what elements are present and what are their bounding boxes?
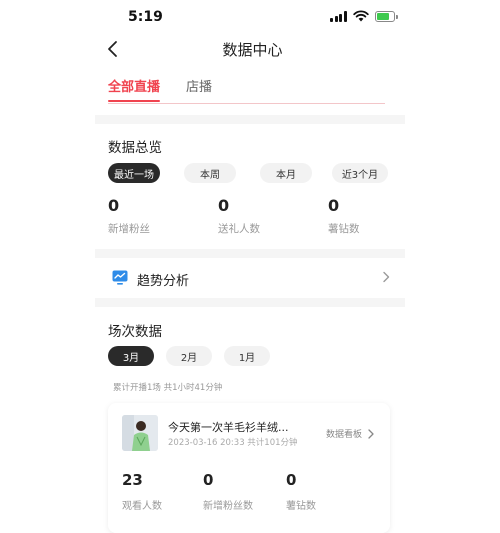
section-divider	[95, 298, 405, 307]
stat-value: 23	[122, 471, 143, 489]
page-title: 数据中心	[222, 41, 283, 59]
filter-this-month[interactable]: 本月	[260, 163, 312, 183]
overview-filter-group: 最近一场 本周 本月 近3个月	[108, 163, 388, 183]
month-february[interactable]: 2月	[166, 346, 212, 366]
live-session-title: 今天第一次羊毛衫羊绒...	[168, 421, 289, 434]
stat-value: 0	[203, 471, 214, 489]
stat-label: 新增粉丝	[108, 223, 150, 235]
month-filter-group: 3月 2月 1月	[108, 346, 270, 366]
cumulative-summary: 累计开播1场 共1小时41分钟	[113, 383, 223, 393]
stat-new-fans: 0 新增粉丝	[108, 196, 150, 236]
stat-value: 0	[328, 196, 340, 215]
card-stat-diamonds: 0 薯钻数	[286, 471, 316, 512]
card-stat-viewers: 23 观看人数	[122, 471, 162, 512]
chevron-right-icon	[368, 428, 374, 439]
stat-label: 薯钻数	[286, 501, 316, 512]
overview-title: 数据总览	[108, 140, 162, 156]
stat-gift-givers: 0 送礼人数	[218, 196, 260, 236]
live-session-meta: 2023-03-16 20:33 共计101分钟	[168, 438, 298, 448]
tab-store-live[interactable]: 店播	[186, 76, 212, 102]
live-thumbnail	[122, 415, 158, 451]
month-january[interactable]: 1月	[224, 346, 270, 366]
stat-diamonds: 0 薯钻数	[328, 196, 360, 236]
stat-label: 新增粉丝数	[203, 501, 253, 512]
stat-value: 0	[108, 196, 120, 215]
filter-this-week[interactable]: 本周	[184, 163, 236, 183]
trend-analysis-row[interactable]: 趋势分析	[95, 262, 405, 294]
stat-label: 送礼人数	[218, 223, 260, 235]
chart-monitor-icon	[112, 270, 128, 285]
data-dashboard-label: 数据看板	[326, 430, 363, 440]
wifi-icon	[352, 10, 369, 22]
stat-label: 观看人数	[122, 501, 162, 512]
tabs-divider	[108, 103, 385, 104]
tab-bar: 全部直播 店播	[108, 76, 212, 102]
month-march[interactable]: 3月	[108, 346, 154, 366]
status-time: 5:19	[128, 9, 163, 25]
filter-last-session[interactable]: 最近一场	[108, 163, 160, 183]
section-divider	[95, 115, 405, 124]
cellular-signal-icon	[330, 10, 347, 22]
filter-last-3-months[interactable]: 近3个月	[332, 163, 388, 183]
data-dashboard-link[interactable]: 数据看板	[326, 427, 375, 440]
tab-all-live[interactable]: 全部直播	[108, 76, 161, 102]
sessions-title: 场次数据	[108, 324, 162, 340]
battery-icon	[374, 10, 398, 22]
nav-bar: 数据中心	[95, 34, 410, 64]
chevron-right-icon	[383, 271, 390, 283]
status-icons	[330, 10, 398, 22]
trend-analysis-label: 趋势分析	[137, 274, 190, 289]
stat-label: 薯钻数	[328, 223, 360, 235]
live-session-card[interactable]: 今天第一次羊毛衫羊绒... 2023-03-16 20:33 共计101分钟 数…	[108, 403, 390, 533]
card-stat-new-fans: 0 新增粉丝数	[203, 471, 253, 512]
stat-value: 0	[286, 471, 297, 489]
status-bar: 5:19	[0, 0, 500, 34]
stat-value: 0	[218, 196, 230, 215]
section-divider	[95, 249, 405, 258]
